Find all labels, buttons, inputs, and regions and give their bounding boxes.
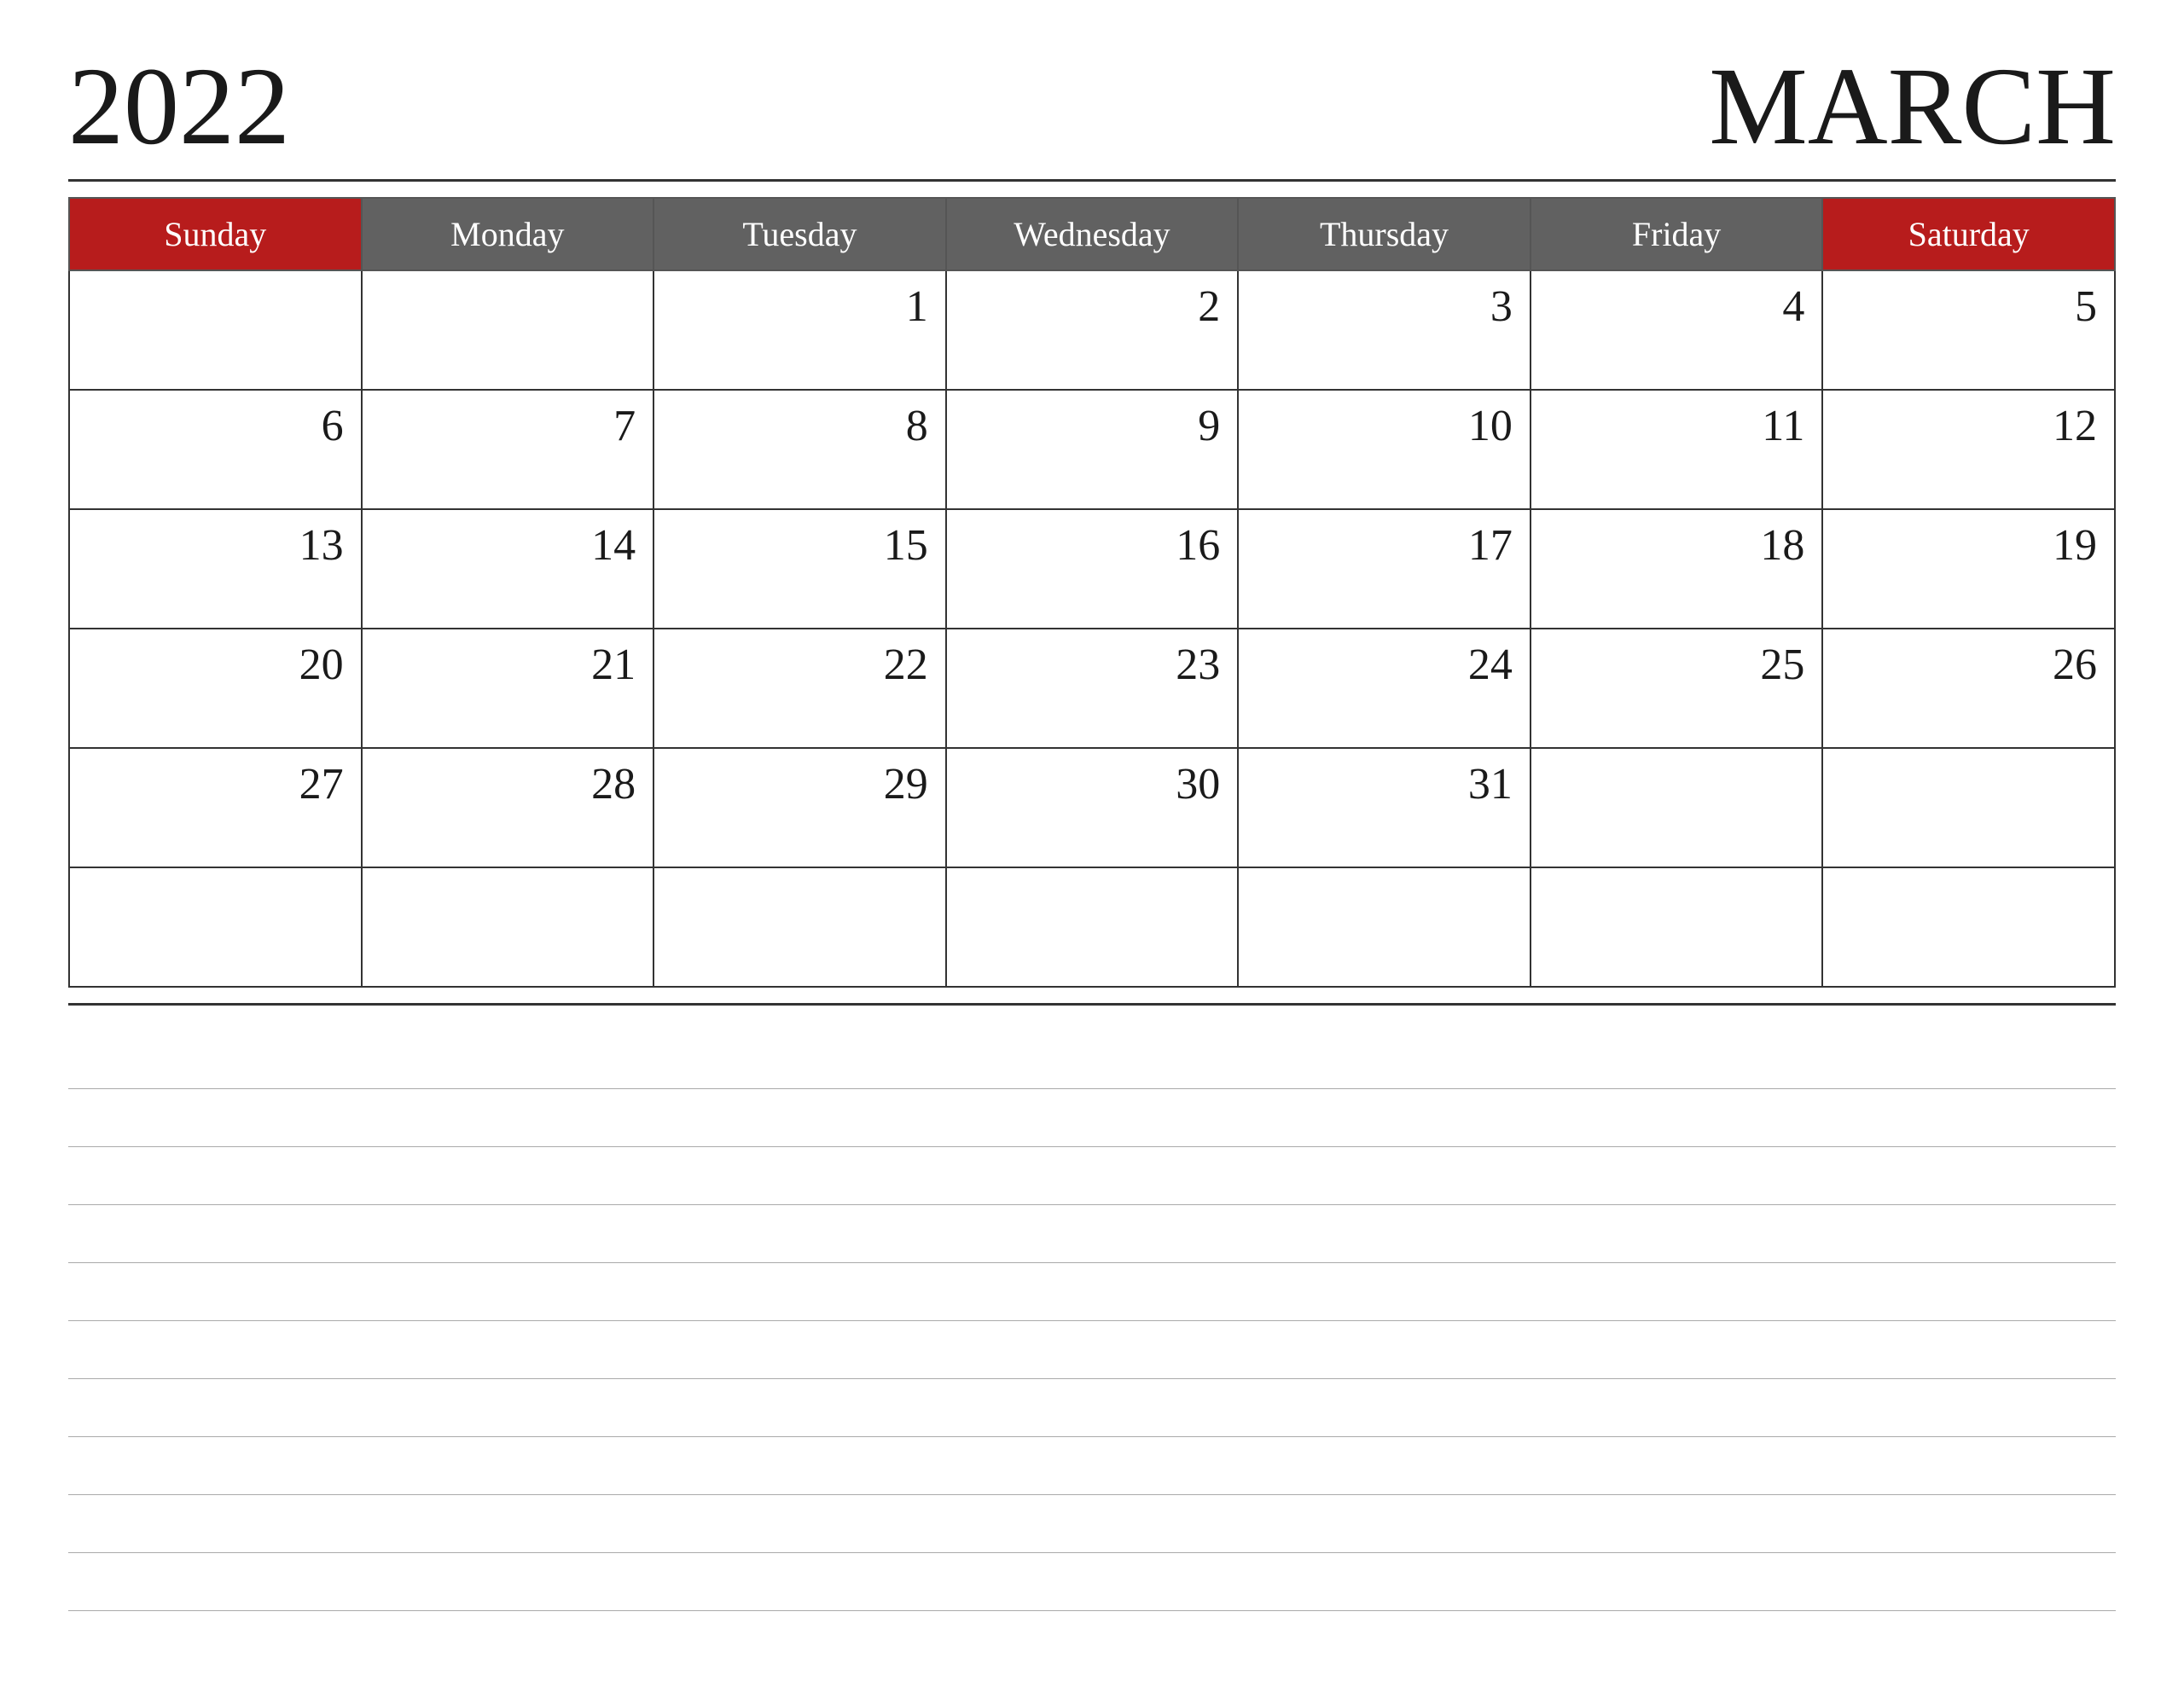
- calendar-day-cell: 10: [1238, 390, 1531, 509]
- calendar-day-cell: [1531, 748, 1823, 867]
- calendar-day-cell: [653, 867, 946, 987]
- calendar-day-cell: 31: [1238, 748, 1531, 867]
- calendar-day-cell: 30: [946, 748, 1239, 867]
- header-thursday: Thursday: [1238, 198, 1531, 270]
- calendar-day-cell: 6: [69, 390, 362, 509]
- note-line: [68, 1379, 2116, 1437]
- calendar-week-row: [69, 867, 2115, 987]
- note-line: [68, 1089, 2116, 1147]
- calendar-day-cell: 21: [362, 629, 654, 748]
- calendar-day-cell: [69, 867, 362, 987]
- calendar-day-cell: 14: [362, 509, 654, 629]
- calendar-week-row: 12345: [69, 270, 2115, 390]
- note-line: [68, 1263, 2116, 1321]
- calendar-table: Sunday Monday Tuesday Wednesday Thursday…: [68, 197, 2116, 988]
- calendar-day-cell: 27: [69, 748, 362, 867]
- calendar-week-row: 6789101112: [69, 390, 2115, 509]
- note-line: [68, 1495, 2116, 1553]
- calendar-week-row: 2728293031: [69, 748, 2115, 867]
- top-divider: [68, 179, 2116, 182]
- calendar-day-cell: 5: [1822, 270, 2115, 390]
- calendar-day-cell: [1531, 867, 1823, 987]
- calendar-day-cell: 9: [946, 390, 1239, 509]
- calendar-day-cell: 20: [69, 629, 362, 748]
- note-line: [68, 1205, 2116, 1263]
- calendar-day-cell: [362, 270, 654, 390]
- weekday-header-row: Sunday Monday Tuesday Wednesday Thursday…: [69, 198, 2115, 270]
- calendar-day-cell: 3: [1238, 270, 1531, 390]
- year-label: 2022: [68, 51, 290, 162]
- calendar-day-cell: [946, 867, 1239, 987]
- calendar-day-cell: [69, 270, 362, 390]
- calendar-day-cell: 1: [653, 270, 946, 390]
- note-line: [68, 1437, 2116, 1495]
- note-line: [68, 1553, 2116, 1611]
- calendar-day-cell: 29: [653, 748, 946, 867]
- calendar-day-cell: 19: [1822, 509, 2115, 629]
- calendar-week-row: 13141516171819: [69, 509, 2115, 629]
- calendar-day-cell: 17: [1238, 509, 1531, 629]
- calendar-section: Sunday Monday Tuesday Wednesday Thursday…: [68, 197, 2116, 988]
- note-line: [68, 1147, 2116, 1205]
- calendar-day-cell: 25: [1531, 629, 1823, 748]
- header-saturday: Saturday: [1822, 198, 2115, 270]
- header-wednesday: Wednesday: [946, 198, 1239, 270]
- calendar-day-cell: 15: [653, 509, 946, 629]
- calendar-day-cell: [1822, 748, 2115, 867]
- calendar-day-cell: 18: [1531, 509, 1823, 629]
- calendar-day-cell: 2: [946, 270, 1239, 390]
- calendar-day-cell: 8: [653, 390, 946, 509]
- header-friday: Friday: [1531, 198, 1823, 270]
- notes-section: [68, 1031, 2116, 1636]
- header-monday: Monday: [362, 198, 654, 270]
- calendar-day-cell: 4: [1531, 270, 1823, 390]
- header-tuesday: Tuesday: [653, 198, 946, 270]
- calendar-day-cell: 22: [653, 629, 946, 748]
- month-label: MARCH: [1709, 51, 2116, 162]
- calendar-day-cell: 26: [1822, 629, 2115, 748]
- calendar-day-cell: 13: [69, 509, 362, 629]
- calendar-day-cell: 16: [946, 509, 1239, 629]
- calendar-page: 2022 MARCH Sunday Monday Tuesday Wednesd…: [0, 0, 2184, 1687]
- calendar-day-cell: 11: [1531, 390, 1823, 509]
- calendar-day-cell: 24: [1238, 629, 1531, 748]
- calendar-day-cell: 23: [946, 629, 1239, 748]
- calendar-day-cell: 12: [1822, 390, 2115, 509]
- calendar-day-cell: [362, 867, 654, 987]
- note-line: [68, 1321, 2116, 1379]
- note-line: [68, 1031, 2116, 1089]
- header: 2022 MARCH: [68, 51, 2116, 162]
- mid-divider: [68, 1003, 2116, 1006]
- calendar-day-cell: [1822, 867, 2115, 987]
- calendar-day-cell: 28: [362, 748, 654, 867]
- calendar-week-row: 20212223242526: [69, 629, 2115, 748]
- calendar-day-cell: [1238, 867, 1531, 987]
- header-sunday: Sunday: [69, 198, 362, 270]
- calendar-day-cell: 7: [362, 390, 654, 509]
